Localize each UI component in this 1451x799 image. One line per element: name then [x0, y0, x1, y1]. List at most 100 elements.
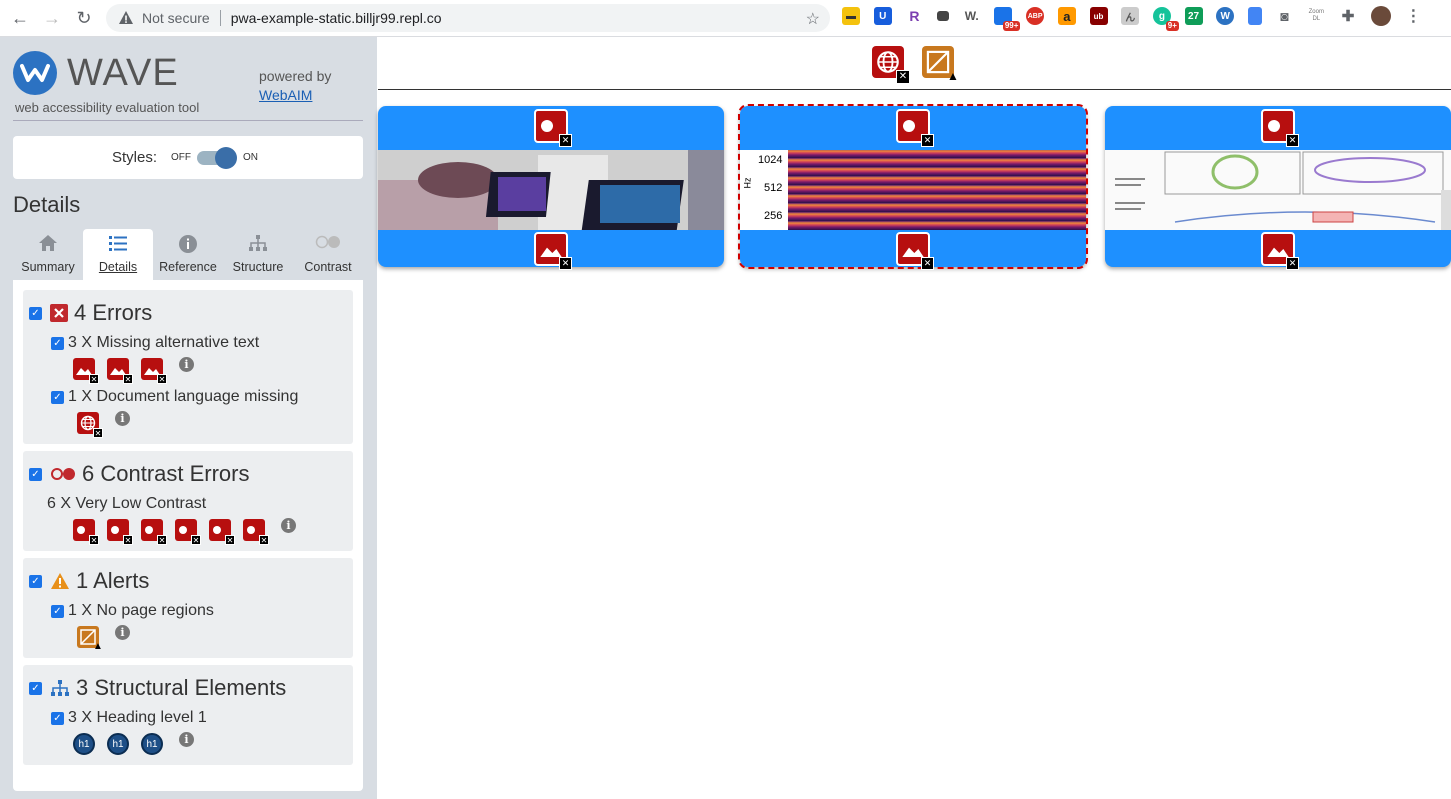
extension-calendar-icon[interactable]: 27 — [1184, 7, 1203, 25]
not-secure-label: Not secure — [142, 10, 210, 26]
error-x-icon — [50, 304, 68, 322]
structure-title: 3 Structural Elements — [76, 675, 287, 700]
wave-logo-text: WAVE — [67, 51, 179, 94]
webaim-link[interactable]: WebAIM — [259, 87, 312, 103]
tab-reference-label: Reference — [159, 260, 217, 274]
diagram-illustration — [1105, 150, 1451, 230]
contrast-checkbox[interactable]: ✓ — [29, 467, 42, 481]
structure-checkbox[interactable]: ✓ — [29, 681, 42, 695]
details-heading: Details — [13, 192, 81, 217]
extension-doc-icon[interactable] — [1247, 7, 1262, 25]
contrast-error-marker-icon[interactable]: ✕ — [73, 519, 99, 545]
contrast-icon — [315, 234, 341, 254]
reload-icon[interactable]: ↻ — [68, 2, 100, 34]
language-globe-icon[interactable]: ✕ — [77, 412, 103, 438]
contrast-error-marker-icon[interactable]: ✕ — [534, 109, 572, 147]
missing-alt-image-icon[interactable]: ✕ — [141, 358, 167, 384]
info-icon[interactable]: i — [179, 356, 194, 372]
spectrogram-tick: 256 — [764, 210, 783, 222]
extension-badge-icon[interactable]: 99+ — [994, 7, 1021, 31]
alerts-title: 1 Alerts — [76, 568, 150, 593]
tab-details-label: Details — [98, 260, 138, 274]
extension-amazon-icon[interactable]: a — [1057, 7, 1076, 25]
no-regions-label: 1 X No page regions — [68, 602, 214, 619]
extension-notes-icon[interactable]: ▬ — [842, 7, 860, 25]
contrast-error-marker-icon[interactable]: ✕ — [209, 519, 235, 545]
tab-structure[interactable]: Structure — [223, 229, 293, 280]
sitemap-icon — [50, 679, 70, 697]
back-icon[interactable]: ← — [4, 2, 36, 34]
address-bar[interactable]: Not secure pwa-example-static.billjr99.r… — [106, 4, 830, 32]
info-icon[interactable]: i — [115, 624, 130, 640]
missing-alt-image-icon[interactable]: ✕ — [896, 232, 934, 270]
missing-alt-image-icon[interactable]: ✕ — [73, 358, 99, 384]
no-regions-checkbox[interactable]: ✓ — [51, 604, 64, 618]
toggle-on-label: ON — [243, 152, 258, 163]
missing-alt-image-icon[interactable]: ✕ — [1261, 232, 1299, 270]
heading-h1-icon[interactable]: h1 — [73, 733, 95, 755]
heading-h1-icon[interactable]: h1 — [107, 733, 129, 755]
url-text[interactable]: pwa-example-static.billjr99.repl.co — [231, 10, 442, 26]
spectrogram-tick: 512 — [764, 182, 783, 194]
language-missing-checkbox[interactable]: ✓ — [51, 390, 64, 404]
no-page-regions-icon[interactable]: ▲ — [77, 626, 103, 652]
puzzle-icon[interactable]: ✚ — [1339, 7, 1357, 25]
extension-zoom-dl-icon[interactable]: Zoom DL — [1307, 7, 1325, 25]
contrast-group: ✓ 6 Contrast Errors 6 X Very Low Contras… — [23, 451, 353, 551]
info-icon[interactable]: i — [179, 731, 194, 747]
styles-toggle[interactable] — [197, 146, 237, 169]
image-card[interactable]: ✕ ✕ — [378, 106, 724, 270]
alert-triangle-icon — [50, 572, 70, 590]
styles-toggle-box: Styles: OFF ON — [13, 136, 363, 179]
missing-alt-checkbox[interactable]: ✓ — [51, 336, 64, 350]
spectrogram-axis-label: Hz — [742, 177, 753, 189]
extension-bitwarden-icon[interactable]: U — [873, 7, 892, 25]
extension-r-icon[interactable]: R — [905, 7, 923, 25]
image-card-selected[interactable]: ✕ Hz 1024 512 256 ✕ — [738, 104, 1088, 270]
alerts-checkbox[interactable]: ✓ — [29, 574, 42, 588]
contrast-error-marker-icon[interactable]: ✕ — [243, 519, 269, 545]
wave-logo: WAVE — [13, 51, 179, 95]
extension-ublock-icon[interactable]: ub — [1089, 7, 1108, 25]
errors-checkbox[interactable]: ✓ — [29, 306, 42, 320]
contrast-error-marker-icon[interactable]: ✕ — [107, 519, 133, 545]
image-card[interactable]: ✕ ✕ — [1105, 106, 1451, 270]
forward-icon[interactable]: → — [36, 2, 68, 34]
extension-adblock-icon[interactable]: ABP — [1026, 7, 1045, 25]
alerts-group: ✓ 1 Alerts ✓ 1 X No page regions ▲ i — [23, 558, 353, 658]
contrast-error-marker-icon[interactable]: ✕ — [1261, 109, 1299, 147]
extension-wave-icon[interactable]: W — [1216, 7, 1235, 25]
toggle-knob[interactable] — [215, 146, 237, 169]
extension-grey-icon[interactable]: ん — [1121, 7, 1140, 25]
extension-w-icon[interactable]: W. — [963, 7, 981, 25]
tab-reference[interactable]: Reference — [153, 229, 223, 280]
extension-grammarly-icon[interactable]: g 9+ — [1152, 7, 1179, 31]
missing-alt-image-icon[interactable]: ✕ — [107, 358, 133, 384]
star-icon[interactable]: ☆ — [806, 9, 820, 29]
heading-level-1-checkbox[interactable]: ✓ — [51, 711, 64, 725]
tab-contrast-label: Contrast — [304, 260, 352, 274]
tab-details[interactable]: Details — [83, 229, 153, 280]
contrast-error-marker-icon[interactable]: ✕ — [141, 519, 167, 545]
contrast-error-marker-icon[interactable]: ✕ — [896, 109, 934, 147]
header-rule — [378, 89, 1451, 90]
tab-contrast[interactable]: Contrast — [293, 229, 363, 280]
info-icon[interactable]: i — [281, 517, 296, 533]
language-missing-label: 1 X Document language missing — [68, 388, 299, 405]
extension-tag-icon[interactable] — [937, 11, 950, 21]
sitemap-icon — [248, 234, 268, 254]
kebab-menu-icon[interactable]: ⋮ — [1404, 7, 1422, 25]
spectrogram-tick: 1024 — [758, 154, 783, 166]
tab-summary[interactable]: Summary — [13, 229, 83, 280]
language-globe-icon[interactable]: ✕ — [872, 46, 910, 84]
camera-icon[interactable]: ◙ — [1276, 7, 1294, 25]
no-page-regions-icon[interactable]: ▲ — [922, 46, 959, 82]
heading-h1-icon[interactable]: h1 — [141, 733, 163, 755]
missing-alt-image-icon[interactable]: ✕ — [534, 232, 572, 270]
browser-toolbar: ← → ↻ Not secure pwa-example-static.bill… — [0, 0, 1451, 37]
contrast-error-marker-icon[interactable]: ✕ — [175, 519, 201, 545]
avatar[interactable] — [1370, 6, 1391, 26]
info-icon[interactable]: i — [115, 410, 130, 426]
warning-triangle-icon[interactable] — [118, 10, 134, 26]
styles-label: Styles: — [111, 149, 157, 166]
